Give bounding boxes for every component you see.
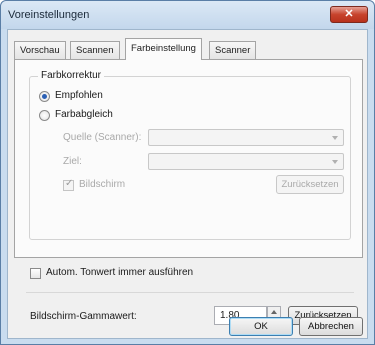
cancel-button[interactable]: Abbrechen <box>299 317 363 336</box>
target-label: Ziel: <box>63 156 82 167</box>
recommended-radio[interactable] <box>39 91 50 102</box>
color-correction-group: Farbkorrektur Empfohlen Farbabgleich Que… <box>29 70 351 240</box>
source-combo[interactable] <box>148 129 344 146</box>
close-button[interactable]: ✕ <box>330 6 368 23</box>
ok-button[interactable]: OK <box>229 317 293 336</box>
target-combo[interactable] <box>148 153 344 170</box>
gamma-label: Bildschirm-Gammawert: <box>30 311 137 322</box>
tab-scannen[interactable]: Scannen <box>70 41 120 59</box>
chevron-down-icon <box>332 136 338 140</box>
group-title: Farbkorrektur <box>38 70 105 81</box>
recommended-label: Empfohlen <box>55 90 103 101</box>
check-icon: ✓ <box>65 178 74 189</box>
color-reset-button[interactable]: Zurücksetzen <box>276 175 344 194</box>
dialog-client-area: Vorschau Scannen Farbeinstellung Scanner… <box>7 29 368 339</box>
chevron-down-icon <box>332 160 338 164</box>
tab-vorschau[interactable]: Vorschau <box>14 41 66 59</box>
preferences-dialog: Voreinstellungen ✕ Vorschau Scannen Farb… <box>0 0 375 345</box>
source-label: Quelle (Scanner): <box>63 132 142 143</box>
separator <box>26 292 354 293</box>
color-matching-radio[interactable] <box>39 110 50 121</box>
screen-checkbox[interactable]: ✓ <box>63 178 74 191</box>
title-bar[interactable]: Voreinstellungen ✕ <box>1 1 374 29</box>
spin-up-icon[interactable] <box>271 310 277 314</box>
tab-farbeinstellung[interactable]: Farbeinstellung <box>125 38 202 60</box>
close-icon: ✕ <box>344 8 354 20</box>
screen-label: Bildschirm <box>79 179 126 190</box>
auto-tone-checkbox[interactable] <box>30 268 41 279</box>
tab-panel-farbeinstellung: Farbkorrektur Empfohlen Farbabgleich Que… <box>14 59 363 258</box>
tab-scanner[interactable]: Scanner <box>209 41 257 59</box>
color-matching-label: Farbabgleich <box>55 109 113 120</box>
window-title: Voreinstellungen <box>8 9 90 21</box>
auto-tone-label: Autom. Tonwert immer ausführen <box>46 267 194 278</box>
